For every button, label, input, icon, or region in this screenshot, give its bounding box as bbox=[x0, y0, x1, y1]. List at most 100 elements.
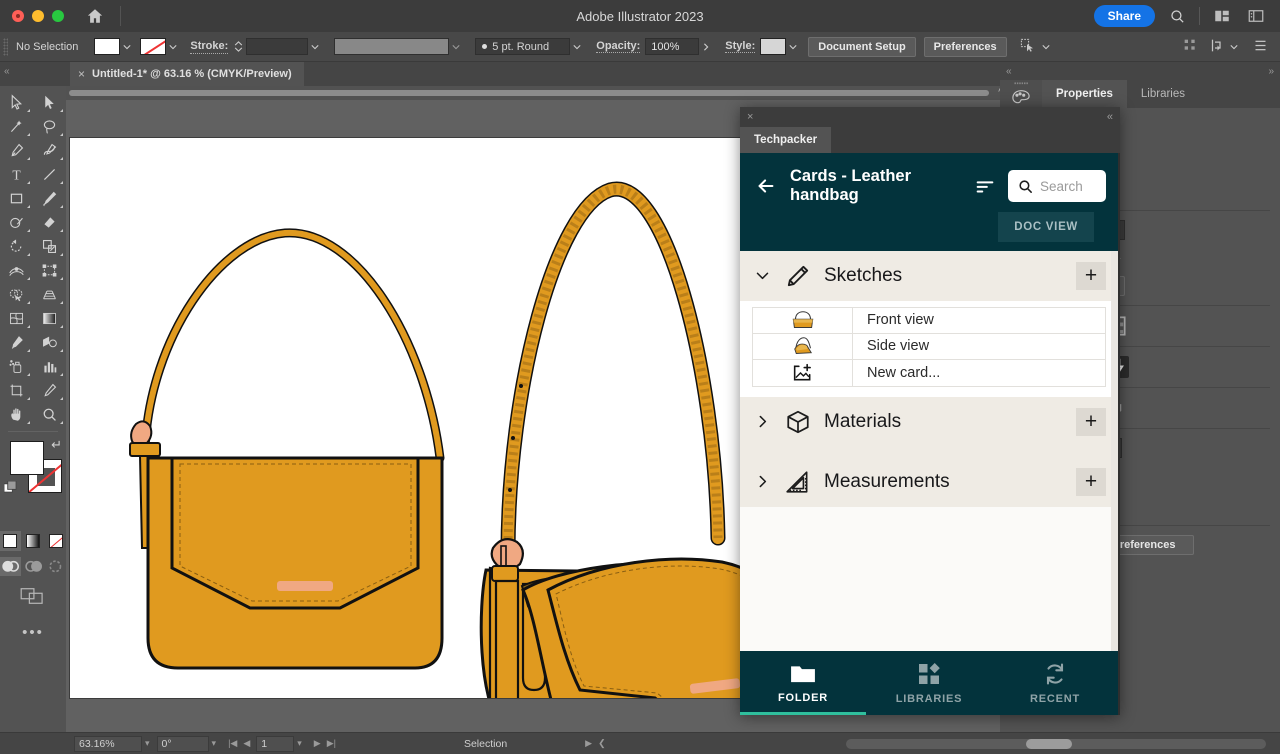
magic-wand-tool[interactable] bbox=[0, 114, 33, 138]
width-tool[interactable] bbox=[0, 258, 33, 282]
techpacker-panel[interactable]: × « Techpacker Cards - Leather handbag bbox=[740, 107, 1120, 715]
align-panel-icon[interactable] bbox=[1183, 38, 1198, 56]
shape-builder-tool[interactable] bbox=[0, 282, 33, 306]
edit-toolbar-icon[interactable]: ••• bbox=[0, 624, 66, 641]
swap-fill-stroke-icon[interactable]: ↵ bbox=[51, 437, 62, 453]
right-panel-expand-icon[interactable]: » bbox=[1268, 66, 1274, 77]
color-swatch-mode[interactable] bbox=[0, 531, 21, 551]
add-material-button[interactable]: + bbox=[1076, 408, 1106, 436]
sort-icon[interactable] bbox=[972, 173, 998, 199]
artboard-nav-field[interactable]: 1 bbox=[256, 736, 294, 752]
direct-selection-tool[interactable] bbox=[33, 90, 66, 114]
symbol-sprayer-tool[interactable] bbox=[0, 354, 33, 378]
close-window-button[interactable] bbox=[12, 10, 24, 22]
eraser-tool[interactable] bbox=[33, 210, 66, 234]
slice-tool[interactable] bbox=[33, 378, 66, 402]
back-arrow-icon[interactable] bbox=[752, 172, 780, 200]
mesh-tool[interactable] bbox=[0, 306, 33, 330]
brush-definition-field[interactable]: 5 pt. Round bbox=[475, 38, 570, 55]
fill-swatch-large[interactable] bbox=[10, 441, 44, 475]
last-artboard-icon[interactable]: ▶| bbox=[324, 738, 339, 749]
tabbar-collapse-icon[interactable]: « bbox=[4, 66, 10, 77]
opacity-field[interactable]: 100% bbox=[645, 38, 699, 55]
pen-tool[interactable] bbox=[0, 138, 33, 162]
free-transform-tool[interactable] bbox=[33, 258, 66, 282]
select-similar-caret[interactable] bbox=[1039, 38, 1053, 55]
minimize-window-button[interactable] bbox=[32, 10, 44, 22]
section-materials[interactable]: Materials + bbox=[740, 397, 1118, 447]
arrange-objects-icon[interactable] bbox=[1210, 38, 1225, 56]
rotation-caret-icon[interactable]: ▾ bbox=[209, 738, 220, 749]
variable-width-profile-field[interactable] bbox=[334, 38, 449, 55]
workspace-switcher-icon[interactable] bbox=[1244, 4, 1268, 28]
default-fill-stroke-icon[interactable] bbox=[4, 481, 17, 494]
perspective-grid-tool[interactable] bbox=[33, 282, 66, 306]
search-input[interactable]: Search bbox=[1008, 170, 1106, 202]
rotate-tool[interactable] bbox=[0, 234, 33, 258]
zoom-level-field[interactable]: 63.16% bbox=[74, 736, 142, 752]
none-mode[interactable] bbox=[45, 531, 66, 551]
home-icon[interactable] bbox=[84, 5, 106, 27]
status-menu-icon[interactable]: ▶ bbox=[582, 738, 595, 749]
list-item[interactable]: Front view bbox=[753, 308, 1105, 334]
blend-tool[interactable] bbox=[33, 330, 66, 354]
rotation-field[interactable]: 0° bbox=[157, 736, 209, 752]
stroke-weight-field[interactable] bbox=[246, 38, 308, 55]
artboard[interactable] bbox=[70, 138, 740, 698]
preferences-button[interactable]: Preferences bbox=[924, 37, 1007, 57]
techpacker-scroll-region[interactable]: Sketches + Front view bbox=[740, 251, 1118, 651]
zoom-tool[interactable] bbox=[33, 402, 66, 426]
hand-tool[interactable] bbox=[0, 402, 33, 426]
search-icon[interactable] bbox=[1165, 4, 1189, 28]
chevron-down-icon[interactable] bbox=[752, 267, 772, 284]
close-document-icon[interactable]: × bbox=[78, 67, 85, 81]
draw-behind[interactable] bbox=[23, 557, 44, 576]
artboard-tool[interactable] bbox=[0, 378, 33, 402]
techpacker-scrollbar[interactable] bbox=[1111, 251, 1118, 651]
control-bar-grip[interactable] bbox=[3, 38, 8, 56]
chevron-right-icon[interactable] bbox=[752, 413, 772, 430]
stroke-weight-stepper[interactable] bbox=[234, 41, 243, 52]
color-palette-icon[interactable] bbox=[1000, 80, 1042, 108]
screen-mode-icon[interactable] bbox=[0, 586, 66, 606]
scale-tool[interactable] bbox=[33, 234, 66, 258]
curvature-tool[interactable] bbox=[33, 138, 66, 162]
first-artboard-icon[interactable]: |◀ bbox=[225, 738, 240, 749]
nav-recent[interactable]: RECENT bbox=[992, 651, 1118, 715]
right-panel-collapse-icon[interactable]: « bbox=[1006, 66, 1012, 77]
tab-techpacker[interactable]: Techpacker bbox=[740, 127, 831, 153]
status-resize-icon[interactable]: ❮ bbox=[595, 738, 609, 749]
artboard-caret-icon[interactable]: ▾ bbox=[294, 738, 305, 749]
add-measurement-button[interactable]: + bbox=[1076, 468, 1106, 496]
document-setup-button[interactable]: Document Setup bbox=[808, 37, 915, 57]
draw-inside[interactable] bbox=[45, 557, 66, 576]
gradient-mode[interactable] bbox=[23, 531, 44, 551]
paintbrush-tool[interactable] bbox=[33, 186, 66, 210]
graphic-style-caret[interactable] bbox=[786, 38, 800, 55]
add-sketch-button[interactable]: + bbox=[1076, 262, 1106, 290]
select-similar-icon[interactable] bbox=[1019, 37, 1035, 56]
section-sketches[interactable]: Sketches + bbox=[740, 251, 1118, 301]
tab-libraries[interactable]: Libraries bbox=[1127, 80, 1199, 108]
nav-libraries[interactable]: LIBRARIES bbox=[866, 651, 992, 715]
graphic-style-swatch[interactable] bbox=[760, 38, 786, 55]
fill-color-swatch[interactable] bbox=[94, 38, 120, 55]
document-tab[interactable]: × Untitled-1* @ 63.16 % (CMYK/Preview) bbox=[70, 62, 304, 86]
share-button[interactable]: Share bbox=[1094, 5, 1155, 27]
techpacker-close-icon[interactable]: × bbox=[747, 111, 753, 123]
stroke-weight-caret[interactable] bbox=[308, 38, 322, 55]
stroke-color-swatch[interactable] bbox=[140, 38, 166, 55]
techpacker-collapse-icon[interactable]: « bbox=[1107, 111, 1113, 123]
width-profile-caret[interactable] bbox=[449, 38, 463, 55]
section-measurements[interactable]: Measurements + bbox=[740, 457, 1118, 507]
fill-dropdown-caret[interactable] bbox=[120, 38, 134, 55]
canvas-scroll-thumb[interactable] bbox=[69, 90, 989, 96]
chevron-right-icon[interactable] bbox=[752, 473, 772, 490]
opacity-caret[interactable] bbox=[699, 38, 713, 55]
eyedropper-tool[interactable] bbox=[0, 330, 33, 354]
zoom-caret-icon[interactable]: ▾ bbox=[142, 738, 153, 749]
gradient-tool[interactable] bbox=[33, 306, 66, 330]
canvas-top-scrollbar[interactable]: ^ bbox=[66, 86, 1006, 100]
nav-folder[interactable]: FOLDER bbox=[740, 651, 866, 715]
brush-definition-caret[interactable] bbox=[570, 38, 584, 55]
